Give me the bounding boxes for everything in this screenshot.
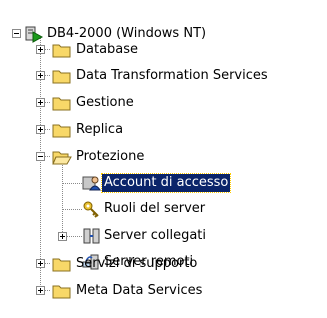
tree-item-database[interactable]: Database bbox=[74, 41, 140, 59]
tree-view: { "tree": { "server": "DB4-2000 (Windows… bbox=[0, 0, 327, 318]
folder-icon bbox=[52, 41, 72, 59]
collapse-toggle-protezione[interactable] bbox=[36, 152, 45, 161]
folder-icon bbox=[52, 255, 72, 273]
tree-item-protezione[interactable]: Protezione bbox=[74, 148, 146, 166]
expand-toggle-replica[interactable] bbox=[36, 125, 45, 134]
sql-server-running-icon bbox=[24, 25, 44, 43]
tree-item-server-collegati[interactable]: Server collegati bbox=[102, 227, 208, 245]
server-roles-icon bbox=[82, 200, 102, 218]
expand-toggle-database[interactable] bbox=[36, 45, 45, 54]
folder-icon bbox=[52, 67, 72, 85]
expand-toggle-gestione[interactable] bbox=[36, 98, 45, 107]
expand-toggle-servizi-di-supporto[interactable] bbox=[36, 259, 45, 268]
tree-item-data-transformation-services[interactable]: Data Transformation Services bbox=[74, 67, 270, 85]
tree-item-servizi-di-supporto[interactable]: Servizi di supporto bbox=[74, 255, 199, 273]
tree-item-account-di-accesso[interactable]: Account di accesso bbox=[100, 173, 232, 193]
tree-item-ruoli-del-server[interactable]: Ruoli del server bbox=[102, 200, 207, 218]
folder-icon bbox=[52, 282, 72, 300]
expand-toggle-dts[interactable] bbox=[36, 71, 45, 80]
folder-open-icon bbox=[52, 148, 72, 166]
tree-item-meta-data-services[interactable]: Meta Data Services bbox=[74, 282, 204, 300]
expand-toggle-server-collegati[interactable] bbox=[58, 232, 67, 241]
tree-item-replica[interactable]: Replica bbox=[74, 121, 125, 139]
expand-toggle-meta-data-services[interactable] bbox=[36, 286, 45, 295]
collapse-toggle-server[interactable] bbox=[12, 29, 21, 38]
linked-servers-icon bbox=[82, 227, 102, 245]
tree-item-gestione[interactable]: Gestione bbox=[74, 94, 136, 112]
folder-icon bbox=[52, 94, 72, 112]
folder-icon bbox=[52, 121, 72, 139]
logins-icon bbox=[82, 174, 102, 192]
